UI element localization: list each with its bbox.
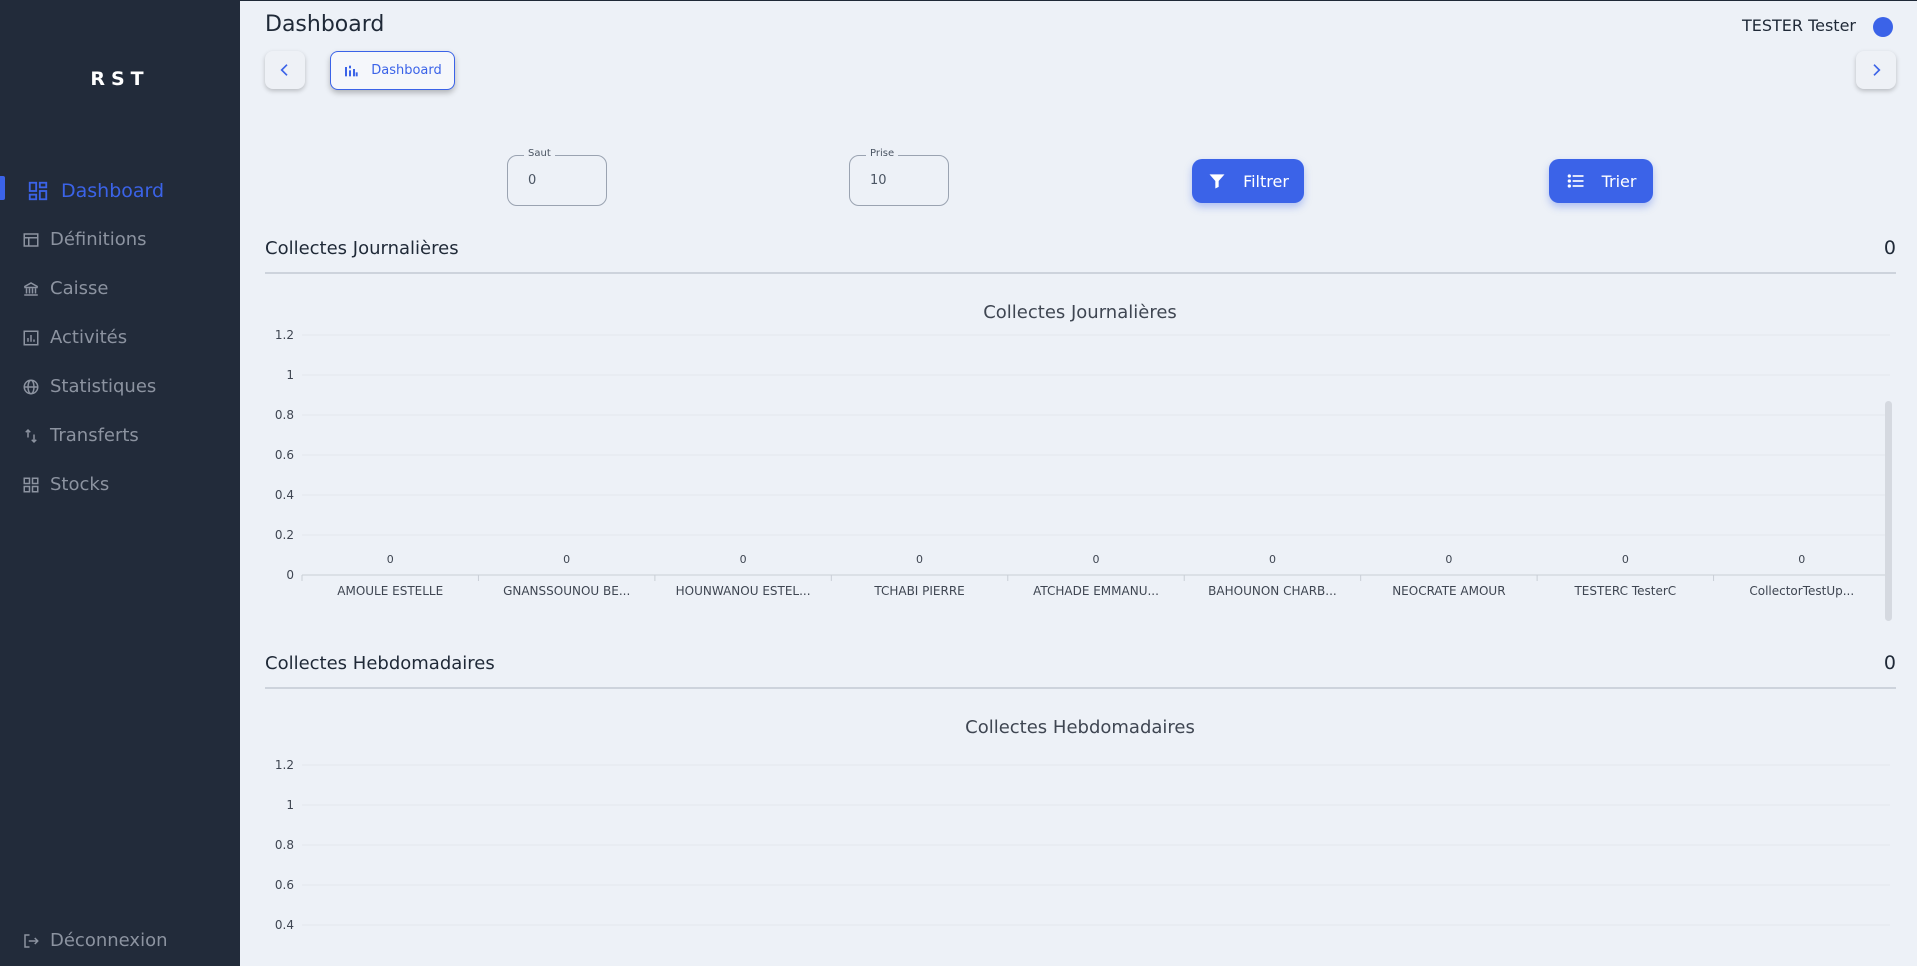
filter-button[interactable]: Filtrer [1192,159,1304,203]
chevron-right-icon [1873,64,1881,76]
tab-label: Dashboard [371,63,442,78]
data-label: 0 [1798,553,1805,566]
chart-journalieres-svg: Collectes Journalières 0 0.2 0.4 0.6 0.8 1 1.2 0… [275,302,1891,598]
y-tick-label: 0 [286,568,294,582]
main-content: Dashboard TESTER Tester Dashboard Saut P… [240,0,1917,966]
chevron-left-icon [280,64,288,76]
saut-input[interactable] [508,156,606,205]
filter-button-label: Filtrer [1243,171,1289,191]
sidebar-item-label: Caisse [50,278,109,299]
data-label: 0 [387,553,394,566]
sidebar-item-label: Transferts [50,425,139,446]
scroll-left-button[interactable] [265,51,305,89]
chart-journalieres: Collectes Journalières 0 0.2 0.4 0.6 0.8 1 1.2 0… [265,292,1896,610]
x-tick-label: CollectorTestUp... [1749,584,1854,598]
chart-hebdomadaires: Collectes Hebdomadaires 0.4 0.6 0.8 1 1.2 [265,707,1896,966]
list-icon [1567,174,1584,188]
sidebar-item-stocks[interactable]: Stocks [0,460,240,509]
y-tick-label: 1 [286,798,294,812]
sidebar-item-definitions[interactable]: Définitions [0,215,240,264]
sidebar-item-label: Statistiques [50,376,157,397]
y-tick-label: 0.6 [275,448,294,462]
data-label: 0 [1622,553,1629,566]
y-tick-label: 0.4 [275,918,294,932]
logout-button[interactable]: Déconnexion [22,930,168,951]
prise-field[interactable]: Prise [849,148,949,206]
transfer-icon [22,427,40,445]
x-tick-label: TCHABI PIERRE [873,584,964,598]
data-label: 0 [1269,553,1276,566]
sort-button[interactable]: Trier [1549,159,1653,203]
y-tick-label: 0.8 [275,838,294,852]
sort-button-label: Trier [1601,171,1637,191]
filter-icon [1209,174,1225,189]
x-tick-label: BAHOUNON CHARB... [1208,584,1337,598]
data-label: 0 [563,553,570,566]
section-count: 0 [1883,652,1896,674]
section-header-journalieres: Collectes Journalières 0 [265,237,1896,259]
chart-scrollbar[interactable] [1885,401,1892,621]
avatar[interactable] [1873,17,1893,37]
sidebar-item-label: Définitions [50,229,147,250]
x-tick-label: NEOCRATE AMOUR [1392,584,1505,598]
chart-bars-icon [345,65,358,76]
section-header-hebdomadaires: Collectes Hebdomadaires 0 [265,652,1896,674]
data-label: 0 [1445,553,1452,566]
x-tick-label: ATCHADE EMMANU... [1033,584,1159,598]
sidebar-item-label: Stocks [50,474,110,495]
page-title: Dashboard [265,12,385,37]
tab-dashboard[interactable]: Dashboard [330,51,455,90]
top-border [240,0,1917,1]
globe-icon [22,378,40,396]
y-tick-label: 0.4 [275,488,294,502]
sidebar-item-label: Activités [50,327,128,348]
section-count: 0 [1883,237,1896,259]
sidebar-item-statistiques[interactable]: Statistiques [0,362,240,411]
table-icon [22,231,40,249]
data-label: 0 [740,553,747,566]
data-label: 0 [1093,553,1100,566]
bar-chart-icon [22,329,40,347]
app-logo: RST [90,68,150,90]
y-tick-label: 0.2 [275,528,294,542]
y-tick-label: 1.2 [275,758,294,772]
sidebar-item-activites[interactable]: Activités [0,313,240,362]
chart-hebdomadaires-svg: Collectes Hebdomadaires 0.4 0.6 0.8 1 1.2 [275,717,1890,932]
dashboard-icon [27,180,49,202]
x-tick-label: TESTERC TesterC [1573,584,1676,598]
sidebar-nav: Dashboard Définitions Caisse Activités S… [0,166,240,509]
chart-title: Collectes Hebdomadaires [965,717,1195,738]
user-name[interactable]: TESTER Tester [1742,16,1856,35]
section-divider [265,687,1896,689]
data-label: 0 [916,553,923,566]
bank-icon [22,280,40,298]
section-title: Collectes Journalières [265,237,459,259]
grid-icon [22,476,40,494]
prise-input[interactable] [850,156,948,205]
scroll-right-button[interactable] [1856,51,1896,89]
section-divider [265,272,1896,274]
sidebar-item-transferts[interactable]: Transferts [0,411,240,460]
x-tick-label: HOUNWANOU ESTEL... [676,584,811,598]
x-tick-label: AMOULE ESTELLE [337,584,443,598]
logout-icon [22,932,40,950]
y-tick-label: 0.6 [275,878,294,892]
y-tick-label: 1 [286,368,294,382]
sidebar: RST Dashboard Définitions Caisse Activit… [0,0,240,966]
saut-field[interactable]: Saut [507,148,607,206]
sidebar-item-caisse[interactable]: Caisse [0,264,240,313]
chart-title: Collectes Journalières [983,302,1177,323]
sidebar-item-dashboard[interactable]: Dashboard [0,166,240,215]
logout-label: Déconnexion [50,930,168,951]
y-tick-label: 0.8 [275,408,294,422]
section-title: Collectes Hebdomadaires [265,652,495,674]
sidebar-item-label: Dashboard [61,179,165,202]
x-tick-label: GNANSSOUNOU BE... [503,584,630,598]
y-tick-label: 1.2 [275,328,294,342]
